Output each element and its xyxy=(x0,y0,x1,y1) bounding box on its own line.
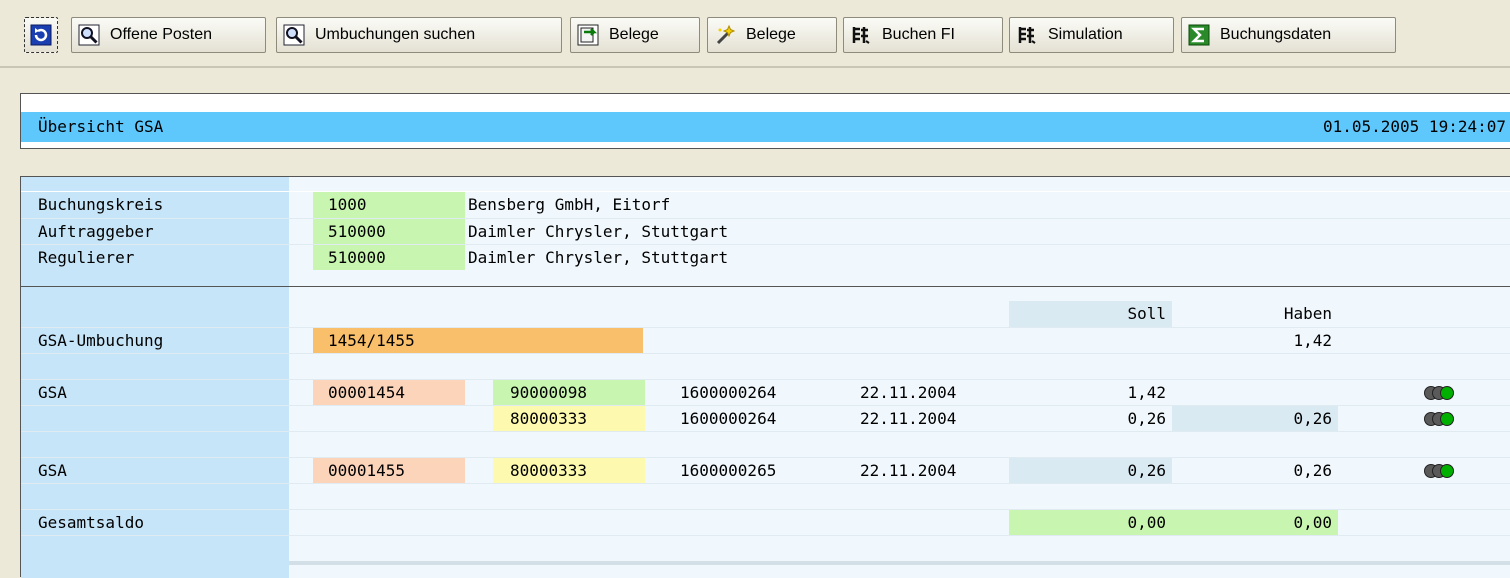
document-display-icon xyxy=(577,24,599,46)
haben-amount: 0,26 xyxy=(1172,406,1338,432)
posting-date: 22.11.2004 xyxy=(860,409,957,428)
total-label: Gesamtsaldo xyxy=(38,513,144,532)
info-label: Regulierer xyxy=(21,245,289,271)
refresh-button[interactable] xyxy=(24,17,58,53)
gsa-label: GSA xyxy=(38,461,67,480)
timestamp: 01.05.2005 19:24:07 xyxy=(1322,117,1506,136)
total-row: Gesamtsaldo 0,00 0,00 xyxy=(21,509,1510,536)
info-label: Auftraggeber xyxy=(21,219,289,245)
search-rebookings-button[interactable]: Umbuchungen suchen xyxy=(276,17,562,53)
documents-wizard-label: Belege xyxy=(746,26,796,43)
haben-header: Haben xyxy=(1283,304,1332,323)
umbuchung-label: GSA-Umbuchung xyxy=(38,331,164,350)
gsa-number[interactable]: 00001455 xyxy=(313,458,465,484)
info-panel: Buchungskreis 1000 Bensberg GmbH, Eitorf… xyxy=(20,176,1510,286)
rebooking-table: Soll Haben GSA-Umbuchung 1454/1455 1,42 … xyxy=(20,286,1510,578)
posting-data-label: Buchungsdaten xyxy=(1220,26,1332,43)
status-traffic-light-icon xyxy=(1424,412,1464,426)
simulation-button[interactable]: Simulation xyxy=(1009,17,1174,53)
status-traffic-light-icon xyxy=(1424,386,1464,400)
documents-wizard-button[interactable]: Belege xyxy=(707,17,837,53)
soll-amount: 1,42 xyxy=(1127,383,1166,402)
umbuchung-haben: 1,42 xyxy=(1293,331,1332,350)
info-row-auftraggeber: Auftraggeber 510000 Daimler Chrysler, St… xyxy=(21,218,1510,245)
info-row-regulierer: Regulierer 510000 Daimler Chrysler, Stut… xyxy=(21,244,1510,271)
header-panel: Übersicht GSA 01.05.2005 19:24:07 xyxy=(20,93,1510,149)
posting-data-button[interactable]: Buchungsdaten xyxy=(1181,17,1396,53)
search-rebookings-label: Umbuchungen suchen xyxy=(315,26,476,43)
search-icon xyxy=(283,24,305,46)
document-number[interactable]: 80000333 xyxy=(493,406,645,432)
refresh-icon xyxy=(30,24,52,46)
gsa-number[interactable]: 00001454 xyxy=(313,380,465,406)
company-name: Bensberg GmbH, Eitorf xyxy=(468,195,671,214)
document-number[interactable]: 90000098 xyxy=(493,380,645,406)
info-row-buchungskreis: Buchungskreis 1000 Bensberg GmbH, Eitorf xyxy=(21,192,1510,218)
gsa-label: GSA xyxy=(38,383,67,402)
table-row: GSA 00001454 90000098 1600000264 22.11.2… xyxy=(21,379,1510,406)
payer-name: Daimler Chrysler, Stuttgart xyxy=(468,248,729,267)
client-code-field[interactable]: 510000 xyxy=(313,219,465,245)
haben-amount xyxy=(1172,380,1338,406)
table-row: GSA 00001455 80000333 1600000265 22.11.2… xyxy=(21,457,1510,484)
posting-icon xyxy=(852,27,870,44)
total-haben: 0,00 xyxy=(1172,510,1338,536)
open-items-button[interactable]: Offene Posten xyxy=(71,17,266,53)
reference-number: 1600000264 xyxy=(680,383,777,402)
posting-date: 22.11.2004 xyxy=(860,383,957,402)
haben-amount: 0,26 xyxy=(1293,461,1332,480)
title-bar: Übersicht GSA 01.05.2005 19:24:07 xyxy=(21,112,1510,142)
post-fi-button[interactable]: Buchen FI xyxy=(843,17,1003,53)
soll-amount: 0,26 xyxy=(1127,409,1166,428)
total-soll: 0,00 xyxy=(1009,510,1172,536)
search-icon xyxy=(78,24,100,46)
sigma-icon xyxy=(1188,24,1210,46)
magic-wand-icon xyxy=(716,24,736,45)
application-toolbar: Offene Posten Umbuchungen suchen Belege … xyxy=(0,0,1510,68)
soll-header: Soll xyxy=(1009,301,1172,327)
table-row: 80000333 1600000264 22.11.2004 0,26 0,26 xyxy=(21,405,1510,432)
company-code-field[interactable]: 1000 xyxy=(313,192,465,218)
document-number[interactable]: 80000333 xyxy=(493,458,645,484)
simulation-label: Simulation xyxy=(1048,26,1123,43)
page-title: Übersicht GSA xyxy=(38,117,164,136)
status-traffic-light-icon xyxy=(1424,464,1464,478)
payer-code-field[interactable]: 510000 xyxy=(313,245,465,271)
client-name: Daimler Chrysler, Stuttgart xyxy=(468,222,729,241)
open-items-label: Offene Posten xyxy=(110,26,212,43)
umbuchung-number[interactable]: 1454/1455 xyxy=(313,328,643,354)
soll-amount: 0,26 xyxy=(1009,458,1172,484)
documents-label: Belege xyxy=(609,26,659,43)
simulation-icon xyxy=(1018,27,1036,44)
posting-date: 22.11.2004 xyxy=(860,461,957,480)
umbuchung-row: GSA-Umbuchung 1454/1455 1,42 xyxy=(21,327,1510,354)
column-header-row: Soll Haben xyxy=(21,301,1510,327)
documents-button[interactable]: Belege xyxy=(570,17,700,53)
reference-number: 1600000265 xyxy=(680,461,777,480)
info-label: Buchungskreis xyxy=(21,192,289,218)
reference-number: 1600000264 xyxy=(680,409,777,428)
post-fi-label: Buchen FI xyxy=(882,26,955,43)
